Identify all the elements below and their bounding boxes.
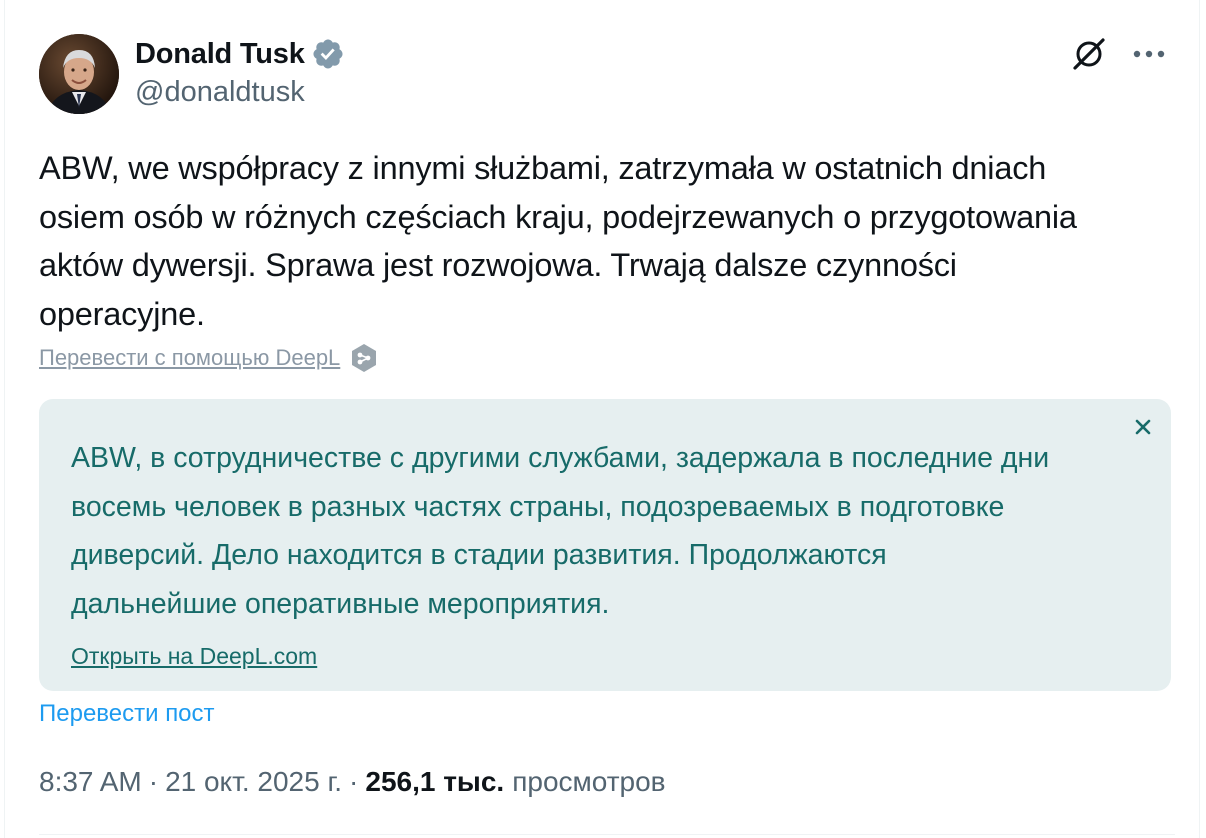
deepl-translate-row: Перевести с помощью DeepL — [39, 343, 378, 373]
divider — [39, 834, 1175, 835]
verified-badge-icon[interactable] — [311, 37, 345, 71]
post-card: Donald Tusk @donaldtusk ABW, we współpra… — [4, 0, 1200, 838]
deepl-logo-icon — [350, 343, 378, 373]
post-text: ABW, we współpracy z innymi służbami, za… — [39, 150, 1077, 332]
post-date[interactable]: 21 окт. 2025 г. — [165, 766, 342, 798]
more-options-icon[interactable] — [1129, 34, 1169, 74]
post-time[interactable]: 8:37 AM — [39, 766, 142, 798]
author-handle[interactable]: @donaldtusk — [135, 76, 305, 109]
open-deepl-link[interactable]: Открыть на DeepL.com — [71, 643, 317, 670]
translation-panel: ABW, в сотрудничестве с другими службами… — [39, 399, 1171, 691]
translation-text: ABW, в сотрудничестве с другими службами… — [71, 442, 1050, 620]
avatar[interactable] — [39, 34, 119, 114]
views-count: 256,1 тыс. — [365, 766, 505, 797]
meta-separator: · — [349, 766, 359, 797]
author-name-row: Donald Tusk — [135, 36, 345, 72]
grok-icon[interactable] — [1069, 34, 1109, 74]
meta-separator: · — [148, 766, 159, 797]
post-meta: 8:37 AM · 21 окт. 2025 г. · 256,1 тыс. п… — [39, 766, 666, 798]
translate-post-link[interactable]: Перевести пост — [39, 700, 215, 728]
deepl-translate-link[interactable]: Перевести с помощью DeepL — [39, 345, 340, 371]
author-display-name[interactable]: Donald Tusk — [135, 38, 305, 71]
views-label: просмотров — [512, 766, 666, 797]
post-top-actions — [1069, 34, 1169, 74]
